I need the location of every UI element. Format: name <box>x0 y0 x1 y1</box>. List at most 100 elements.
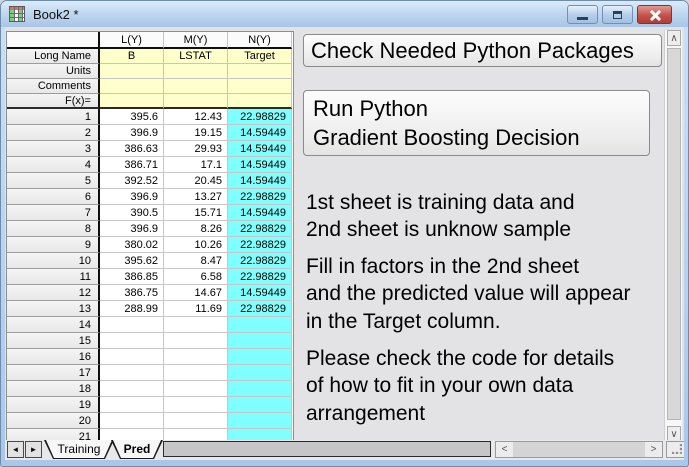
cell-b[interactable] <box>100 381 164 397</box>
tab-scroll-left-button[interactable]: ◄ <box>7 441 24 458</box>
cell-b[interactable] <box>100 333 164 349</box>
cell-lstat[interactable]: 13.27 <box>164 189 228 205</box>
cell-target[interactable]: 22.98829 <box>228 269 292 285</box>
row-number[interactable]: 1 <box>7 109 100 125</box>
run-python-button[interactable]: Run Python Gradient Boosting Decision <box>303 90 650 156</box>
cell-lstat[interactable]: 8.26 <box>164 221 228 237</box>
row-number[interactable]: 7 <box>7 205 100 221</box>
cell-lstat[interactable]: 17.1 <box>164 157 228 173</box>
cell-b[interactable]: 288.99 <box>100 301 164 317</box>
row-label[interactable]: Units <box>7 64 100 79</box>
row-label[interactable]: Comments <box>7 79 100 94</box>
cell-lstat[interactable]: 20.45 <box>164 173 228 189</box>
scroll-up-icon[interactable]: ∧ <box>667 30 681 46</box>
cell-target[interactable] <box>228 413 292 429</box>
header-value-cell[interactable] <box>228 64 292 79</box>
row-number[interactable]: 17 <box>7 365 100 381</box>
cell-lstat[interactable] <box>164 397 228 413</box>
header-value-cell[interactable] <box>100 64 164 79</box>
cell-b[interactable] <box>100 397 164 413</box>
cell-lstat[interactable] <box>164 365 228 381</box>
cell-b[interactable] <box>100 317 164 333</box>
row-number[interactable]: 12 <box>7 285 100 301</box>
scroll-left-icon[interactable]: < <box>496 442 513 457</box>
header-value-cell[interactable] <box>228 94 292 109</box>
cell-target[interactable] <box>228 333 292 349</box>
cell-b[interactable] <box>100 349 164 365</box>
cell-b[interactable]: 392.52 <box>100 173 164 189</box>
cell-target[interactable]: 14.59449 <box>228 125 292 141</box>
cell-target[interactable]: 14.59449 <box>228 141 292 157</box>
row-number[interactable]: 19 <box>7 397 100 413</box>
titlebar[interactable]: Book2 * <box>1 1 688 27</box>
cell-b[interactable]: 386.71 <box>100 157 164 173</box>
cell-lstat[interactable]: 14.67 <box>164 285 228 301</box>
cell-target[interactable] <box>228 381 292 397</box>
cell-lstat[interactable]: 10.26 <box>164 237 228 253</box>
cell-lstat[interactable] <box>164 381 228 397</box>
vertical-scrollbar-thumb[interactable] <box>667 48 681 420</box>
cell-target[interactable] <box>228 349 292 365</box>
row-number[interactable]: 11 <box>7 269 100 285</box>
cell-b[interactable]: 386.63 <box>100 141 164 157</box>
row-number[interactable]: 15 <box>7 333 100 349</box>
tab-training[interactable]: Training <box>44 440 114 459</box>
cell-lstat[interactable]: 8.47 <box>164 253 228 269</box>
row-number[interactable]: 9 <box>7 237 100 253</box>
cell-lstat[interactable] <box>164 317 228 333</box>
cell-target[interactable]: 22.98829 <box>228 237 292 253</box>
column-header-m[interactable]: M(Y) <box>164 32 228 49</box>
cell-target[interactable]: 14.59449 <box>228 205 292 221</box>
row-number[interactable]: 8 <box>7 221 100 237</box>
cell-b[interactable]: 396.9 <box>100 125 164 141</box>
tab-scroll-right-button[interactable]: ► <box>25 441 42 458</box>
close-button[interactable] <box>637 5 672 24</box>
corner-header-cell[interactable] <box>7 32 100 49</box>
row-number[interactable]: 10 <box>7 253 100 269</box>
cell-b[interactable]: 396.9 <box>100 189 164 205</box>
cell-b[interactable]: 390.5 <box>100 205 164 221</box>
cell-target[interactable] <box>228 317 292 333</box>
row-number[interactable]: 16 <box>7 349 100 365</box>
header-value-cell[interactable] <box>164 64 228 79</box>
minimize-button[interactable] <box>567 5 598 24</box>
vertical-scrollbar[interactable]: ∧ ∨ <box>664 30 682 442</box>
row-number[interactable]: 14 <box>7 317 100 333</box>
cell-b[interactable]: 380.02 <box>100 237 164 253</box>
tab-pred[interactable]: Pred <box>111 440 163 459</box>
resize-grip[interactable] <box>666 441 684 458</box>
row-number[interactable]: 2 <box>7 125 100 141</box>
restore-button[interactable] <box>602 5 633 24</box>
row-number[interactable]: 13 <box>7 301 100 317</box>
row-number[interactable]: 3 <box>7 141 100 157</box>
cell-b[interactable]: 386.75 <box>100 285 164 301</box>
cell-lstat[interactable]: 12.43 <box>164 109 228 125</box>
cell-b[interactable] <box>100 365 164 381</box>
column-header-l[interactable]: L(Y) <box>100 32 164 49</box>
cell-target[interactable]: 14.59449 <box>228 285 292 301</box>
scroll-right-icon[interactable]: > <box>645 442 662 457</box>
row-number[interactable]: 20 <box>7 413 100 429</box>
cell-lstat[interactable] <box>164 349 228 365</box>
cell-b[interactable]: 395.6 <box>100 109 164 125</box>
cell-lstat[interactable]: 11.69 <box>164 301 228 317</box>
cell-b[interactable]: 386.85 <box>100 269 164 285</box>
cell-lstat[interactable]: 15.71 <box>164 205 228 221</box>
row-label[interactable]: F(x)= <box>7 94 100 109</box>
cell-target[interactable]: 14.59449 <box>228 157 292 173</box>
header-value-cell[interactable]: Target <box>228 49 292 64</box>
header-value-cell[interactable] <box>228 79 292 94</box>
cell-target[interactable]: 22.98829 <box>228 221 292 237</box>
cell-target[interactable]: 22.98829 <box>228 189 292 205</box>
header-value-cell[interactable] <box>164 94 228 109</box>
cell-lstat[interactable]: 19.15 <box>164 125 228 141</box>
cell-target[interactable]: 22.98829 <box>228 253 292 269</box>
cell-target[interactable] <box>228 397 292 413</box>
column-header-n[interactable]: N(Y) <box>228 32 292 49</box>
horizontal-scrollbar[interactable]: < > <box>495 441 663 458</box>
cell-lstat[interactable]: 6.58 <box>164 269 228 285</box>
worksheet-icon[interactable] <box>9 6 26 22</box>
row-number[interactable]: 18 <box>7 381 100 397</box>
cell-target[interactable]: 22.98829 <box>228 301 292 317</box>
check-packages-button[interactable]: Check Needed Python Packages <box>303 34 662 67</box>
